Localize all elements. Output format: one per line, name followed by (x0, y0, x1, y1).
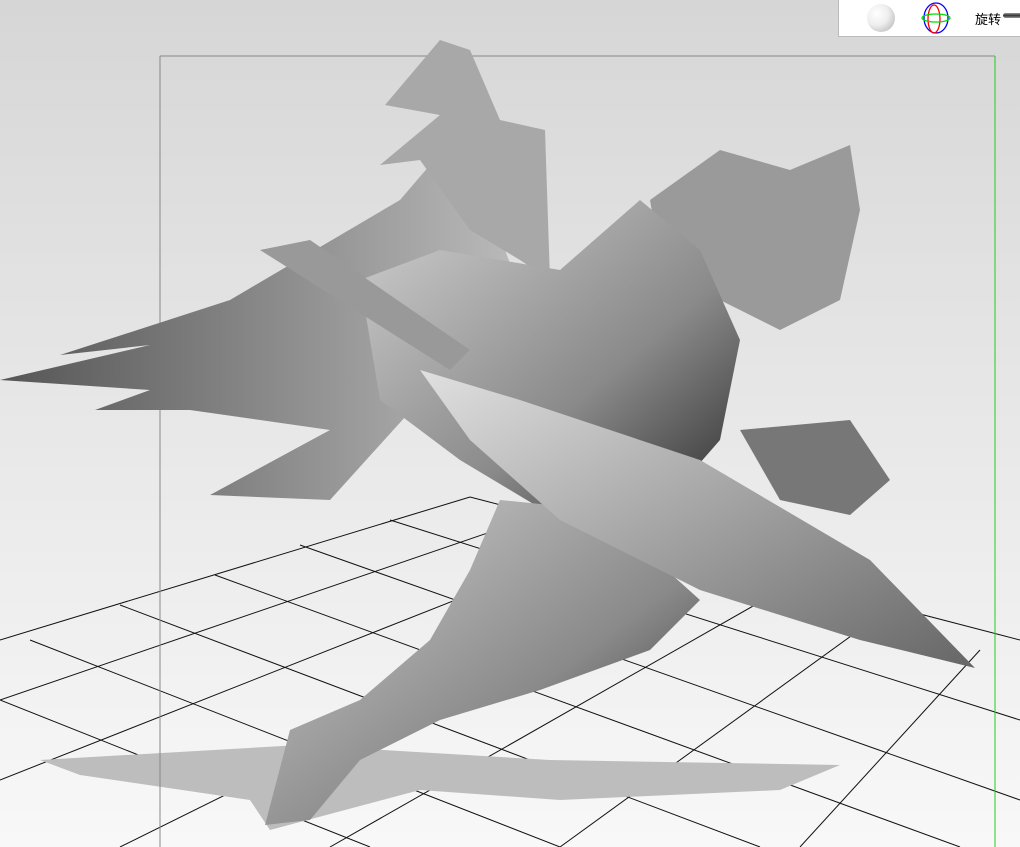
rotate-gizmo-icon (921, 2, 951, 34)
sphere-shading-icon (867, 4, 895, 32)
rotate-gizmo-button[interactable] (921, 0, 951, 36)
shading-mode-button[interactable] (867, 0, 895, 36)
3d-viewport[interactable] (0, 0, 1020, 847)
viewport-toolbar: 旋转 (838, 0, 1020, 37)
rotate-slider[interactable] (1003, 13, 1020, 18)
character-model[interactable] (0, 40, 975, 825)
rotate-label: 旋转 (975, 12, 1002, 28)
